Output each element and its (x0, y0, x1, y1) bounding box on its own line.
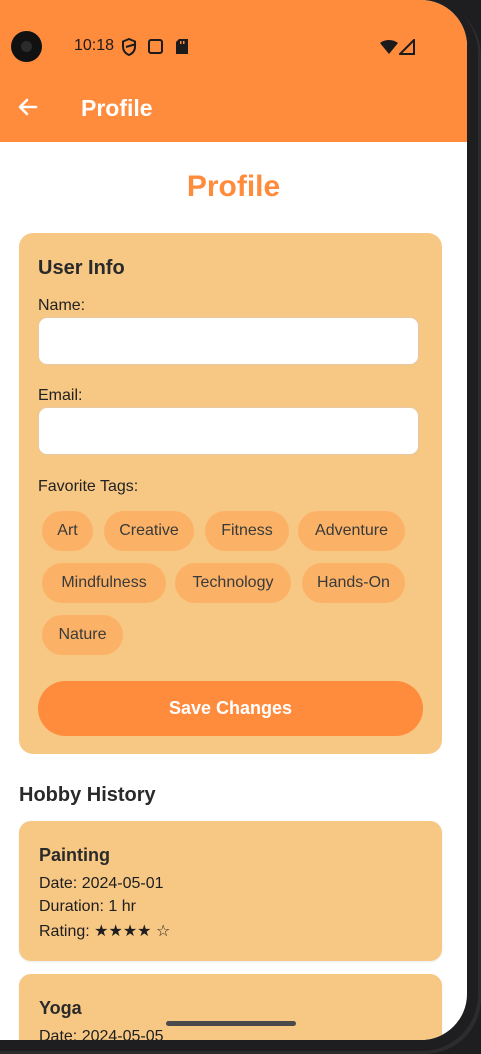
hobby-entry-yoga[interactable]: Yoga Date: 2024-05-05 (19, 974, 442, 1040)
hobby-entry-date: Date: 2024-05-01 (39, 875, 164, 892)
app-bar-title: Profile (81, 95, 153, 121)
tag-creative[interactable]: Creative (104, 511, 194, 551)
tag-art[interactable]: Art (42, 511, 93, 551)
sd-card-icon (176, 39, 188, 54)
hobby-entry-name: Painting (39, 845, 110, 865)
tag-fitness[interactable]: Fitness (205, 511, 289, 551)
shield-icon (122, 38, 137, 56)
email-label: Email: (38, 387, 83, 404)
device-frame: 10:18 Profile Profile User Info Name: Em… (0, 0, 481, 1054)
hobby-entry-rating: Rating: ★★★★ ☆ (39, 923, 171, 940)
save-changes-button[interactable]: Save Changes (38, 681, 423, 736)
tag-hands-on[interactable]: Hands-On (302, 563, 405, 603)
back-arrow-icon[interactable] (16, 95, 40, 119)
hobby-entry-duration: Duration: 1 hr (39, 898, 136, 915)
name-label: Name: (38, 297, 86, 314)
wifi-icon (380, 40, 398, 54)
user-info-card: User Info Name: Email: Favorite Tags: Ar… (19, 233, 442, 754)
name-input[interactable] (38, 317, 419, 365)
page-title: Profile (186, 170, 281, 203)
gesture-nav-bar[interactable] (166, 1021, 296, 1026)
tag-nature[interactable]: Nature (42, 615, 123, 655)
favorite-tags-label: Favorite Tags: (38, 478, 139, 495)
hobby-entry-date: Date: 2024-05-05 (39, 1028, 164, 1040)
user-info-title: User Info (38, 257, 125, 279)
hobby-history-title: Hobby History (19, 784, 156, 806)
top-bar: 10:18 Profile (0, 0, 467, 142)
tag-mindfulness[interactable]: Mindfulness (42, 563, 166, 603)
status-time: 10:18 (74, 37, 115, 54)
tag-adventure[interactable]: Adventure (298, 511, 405, 551)
tag-technology[interactable]: Technology (175, 563, 291, 603)
email-input[interactable] (38, 407, 419, 455)
square-icon (148, 39, 163, 54)
screen: 10:18 Profile Profile User Info Name: Em… (0, 0, 467, 1040)
signal-icon (399, 39, 415, 55)
camera-cutout (11, 31, 42, 62)
hobby-entry-name: Yoga (39, 998, 82, 1018)
hobby-entry-painting[interactable]: Painting Date: 2024-05-01 Duration: 1 hr… (19, 821, 442, 961)
